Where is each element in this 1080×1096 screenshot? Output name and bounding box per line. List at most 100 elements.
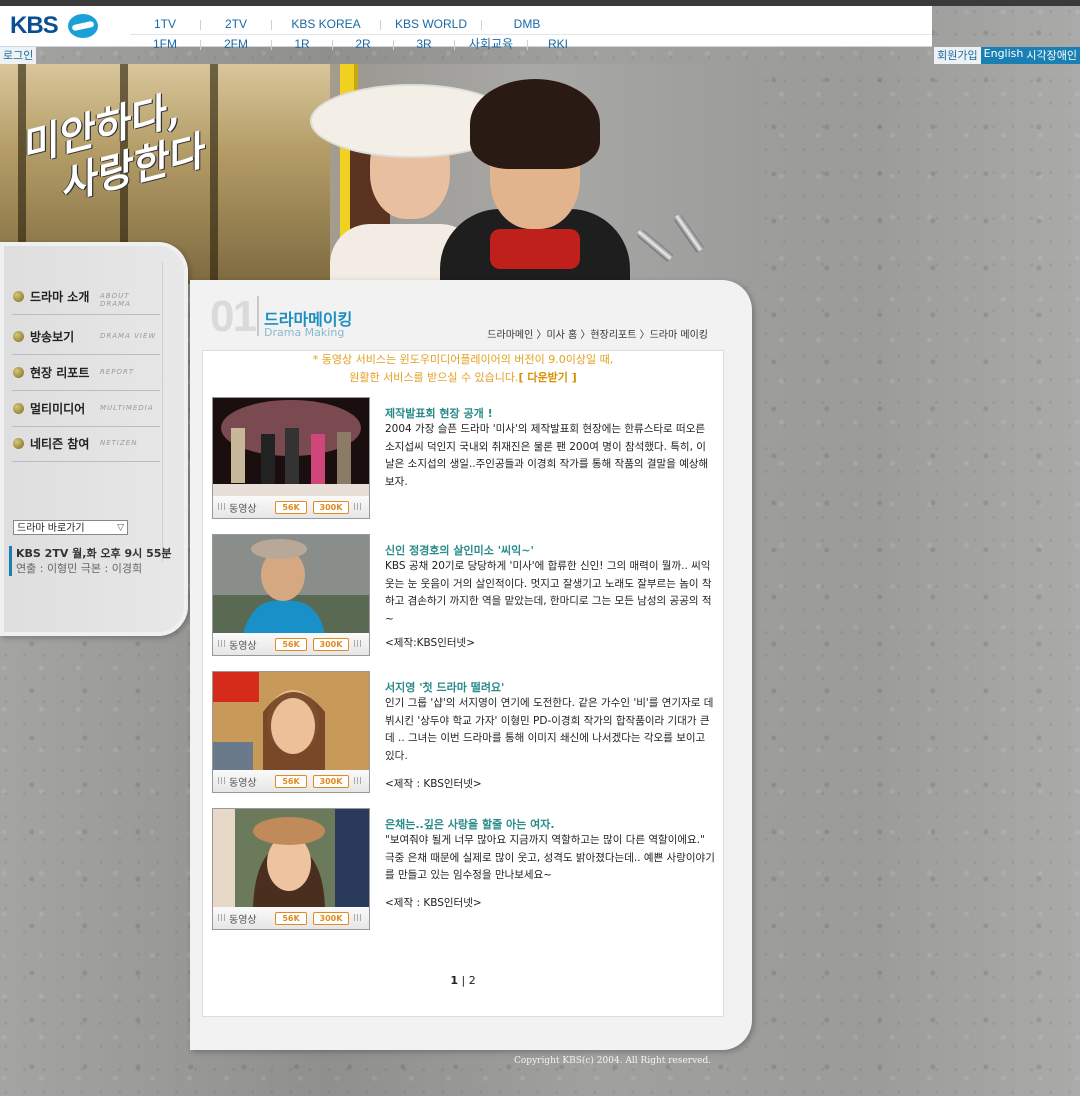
utility-bar: 로그인 회원가입 English 시각장애인 xyxy=(0,47,1080,64)
sidebar-item-multimedia[interactable]: 멀티미디어 MULTIMEDIA xyxy=(12,392,160,427)
video-thumbnail[interactable] xyxy=(212,671,370,772)
play-300k-button[interactable]: 300K xyxy=(313,638,349,651)
page-title-en: Drama Making xyxy=(264,326,345,339)
list-item: 동영상 56K 300K 제작발표회 현장 공개 ! 2004 가장 슬픈 드라… xyxy=(212,397,712,522)
page-current[interactable]: 1 xyxy=(450,974,458,987)
item-credit: <제작:KBS인터넷> xyxy=(385,637,476,649)
item-body: "보여줘야 될게 너무 많아요 지금까지 역할하고는 많이 다른 역할이에요."… xyxy=(385,834,715,881)
sidebar-item-sublabel: MULTIMEDIA xyxy=(100,404,154,412)
grip-icon xyxy=(218,777,226,784)
sidebar-item-label: 방송보기 xyxy=(30,330,75,344)
list-item: 동영상 56K 300K 신인 정경호의 살인미소 '씨익~' KBS 공채 2… xyxy=(212,534,712,659)
notice-line2: 원활한 서비스를 받으실 수 있습니다. xyxy=(349,371,519,384)
video-bar: 동영상 56K 300K xyxy=(212,907,370,930)
bullet-dot-icon xyxy=(13,331,24,342)
grip-icon xyxy=(218,914,226,921)
item-body: 인기 그룹 '샵'의 서지영이 연기에 도전한다. 같은 가수인 '비'를 연기… xyxy=(385,697,714,762)
play-300k-button[interactable]: 300K xyxy=(313,775,349,788)
sidebar-item-label: 네티즌 참여 xyxy=(30,437,90,451)
sidebar-item-sublabel: REPORT xyxy=(100,368,135,376)
download-link[interactable]: [ 다운받기 ] xyxy=(519,371,577,384)
video-bar: 동영상 56K 300K xyxy=(212,633,370,656)
sidebar-item-about[interactable]: 드라마 소개 ABOUT DRAMA xyxy=(12,280,160,315)
grip-icon xyxy=(218,640,226,647)
sidebar-item-sublabel: DRAMA VIEW xyxy=(100,332,157,340)
item-body: 2004 가장 슬픈 드라마 '미사'의 제작발표회 현장에는 한류스타로 떠오… xyxy=(385,423,709,488)
video-thumbnail[interactable] xyxy=(212,534,370,635)
list-item: 동영상 56K 300K 은채는..깊은 사랑을 할줄 아는 여자. "보여줘야… xyxy=(212,808,715,933)
item-title[interactable]: 제작발표회 현장 공개 ! xyxy=(385,405,493,421)
sidebar-item-label: 멀티미디어 xyxy=(30,402,86,416)
bullet-dot-icon xyxy=(13,438,24,449)
nav-kbs-korea[interactable]: KBS KOREA xyxy=(272,15,380,33)
section-divider xyxy=(257,296,259,336)
item-body: KBS 공채 20기로 당당하게 '미사'에 합류한 신인! 그의 매력이 뭘까… xyxy=(385,560,712,625)
play-56k-button[interactable]: 56K xyxy=(275,638,307,651)
grip-icon xyxy=(354,777,362,784)
video-label: 동영상 xyxy=(229,915,257,926)
item-title[interactable]: 신인 정경호의 살인미소 '씨익~' xyxy=(385,542,534,558)
play-56k-button[interactable]: 56K xyxy=(275,501,307,514)
drama-shortcut-select[interactable]: 드라마 바로가기 ▽ xyxy=(13,520,128,535)
video-thumbnail[interactable] xyxy=(212,397,370,498)
item-title[interactable]: 서지영 '첫 드라마 떨려요' xyxy=(385,679,504,695)
sidebar-item-netizen[interactable]: 네티즌 참여 NETIZEN xyxy=(12,427,160,462)
chevron-down-icon: ▽ xyxy=(117,523,124,533)
content-area: * 동영상 서비스는 윈도우미디어플레이어의 버전이 9.0이상일 때, 원활한… xyxy=(202,350,724,1017)
utility-links: 회원가입 English 시각장애인 xyxy=(934,47,1080,64)
play-56k-button[interactable]: 56K xyxy=(275,912,307,925)
actress-lim-soojung-image xyxy=(213,809,369,908)
nav-kbs-world[interactable]: KBS WORLD xyxy=(381,15,481,33)
grip-icon xyxy=(354,914,362,921)
bullet-dot-icon xyxy=(13,403,24,414)
grip-icon xyxy=(354,640,362,647)
video-bar: 동영상 56K 300K xyxy=(212,770,370,793)
staff-text: 연출 : 이형민 극본 : 이경희 xyxy=(16,562,143,575)
play-56k-button[interactable]: 56K xyxy=(275,775,307,788)
actress-seo-jiyoung-image xyxy=(213,672,369,771)
airtime-text: KBS 2TV 월,화 오후 9시 55분 xyxy=(16,547,172,560)
item-credit: <제작 : KBS인터넷> xyxy=(385,778,482,790)
sidebar-item-sublabel: ABOUT DRAMA xyxy=(100,292,131,308)
sidebar-item-label: 현장 리포트 xyxy=(30,366,90,380)
bullet-dot-icon xyxy=(13,291,24,302)
kbs-logo[interactable]: KBS xyxy=(10,12,100,40)
press-event-image xyxy=(213,398,369,497)
nav-dmb[interactable]: DMB xyxy=(482,15,572,33)
sidebar-item-view[interactable]: 방송보기 DRAMA VIEW xyxy=(12,320,160,355)
sidebar-item-report[interactable]: 현장 리포트 REPORT xyxy=(12,356,160,391)
service-notice: * 동영상 서비스는 윈도우미디어플레이어의 버전이 9.0이상일 때, 원활한… xyxy=(203,351,723,387)
nav-2tv[interactable]: 2TV xyxy=(201,15,271,33)
notice-line1: * 동영상 서비스는 윈도우미디어플레이어의 버전이 9.0이상일 때, xyxy=(312,353,614,366)
list-item: 동영상 56K 300K 서지영 '첫 드라마 떨려요' 인기 그룹 '샵'의 … xyxy=(212,671,714,796)
sidebar-item-label: 드라마 소개 xyxy=(30,290,90,304)
bullet-dot-icon xyxy=(13,367,24,378)
actor-photo xyxy=(440,79,630,284)
nav-1tv[interactable]: 1TV xyxy=(130,15,200,33)
video-label: 동영상 xyxy=(229,778,257,789)
video-thumbnail[interactable] xyxy=(212,808,370,909)
bullet-icon xyxy=(672,213,705,253)
pagination: 1 | 2 xyxy=(203,974,723,987)
page-separator: | xyxy=(461,974,466,987)
join-link[interactable]: 회원가입 xyxy=(934,47,981,64)
bullet-icon xyxy=(635,228,674,262)
breadcrumb: 드라마메인 〉미사 홈 〉현장리포트 〉드라마 메이킹 xyxy=(487,330,708,341)
airtime-info: KBS 2TV 월,화 오후 9시 55분 연출 : 이형민 극본 : 이경희 xyxy=(9,546,172,576)
nav-row-tv: 1TV 2TV KBS KOREA KBS WORLD DMB xyxy=(130,15,932,33)
video-label: 동영상 xyxy=(229,641,257,652)
logo-text: KBS xyxy=(10,12,59,39)
sidebar-item-sublabel: NETIZEN xyxy=(100,439,138,447)
grip-icon xyxy=(354,503,362,510)
login-link[interactable]: 로그인 xyxy=(0,47,37,64)
section-header: 01 드라마메이킹 Drama Making 드라마메인 〉미사 홈 〉현장리포… xyxy=(190,280,750,350)
video-label: 동영상 xyxy=(229,504,257,515)
play-300k-button[interactable]: 300K xyxy=(313,501,349,514)
sidebar-menu: 드라마 소개 ABOUT DRAMA 방송보기 DRAMA VIEW 현장 리포… xyxy=(0,262,163,562)
page-2-link[interactable]: 2 xyxy=(469,974,476,987)
play-300k-button[interactable]: 300K xyxy=(313,912,349,925)
english-link[interactable]: English xyxy=(980,47,1027,64)
accessibility-link[interactable]: 시각장애인 xyxy=(1026,47,1080,64)
actor-jung-kyungho-image xyxy=(213,535,369,634)
item-title[interactable]: 은채는..깊은 사랑을 할줄 아는 여자. xyxy=(385,816,555,832)
